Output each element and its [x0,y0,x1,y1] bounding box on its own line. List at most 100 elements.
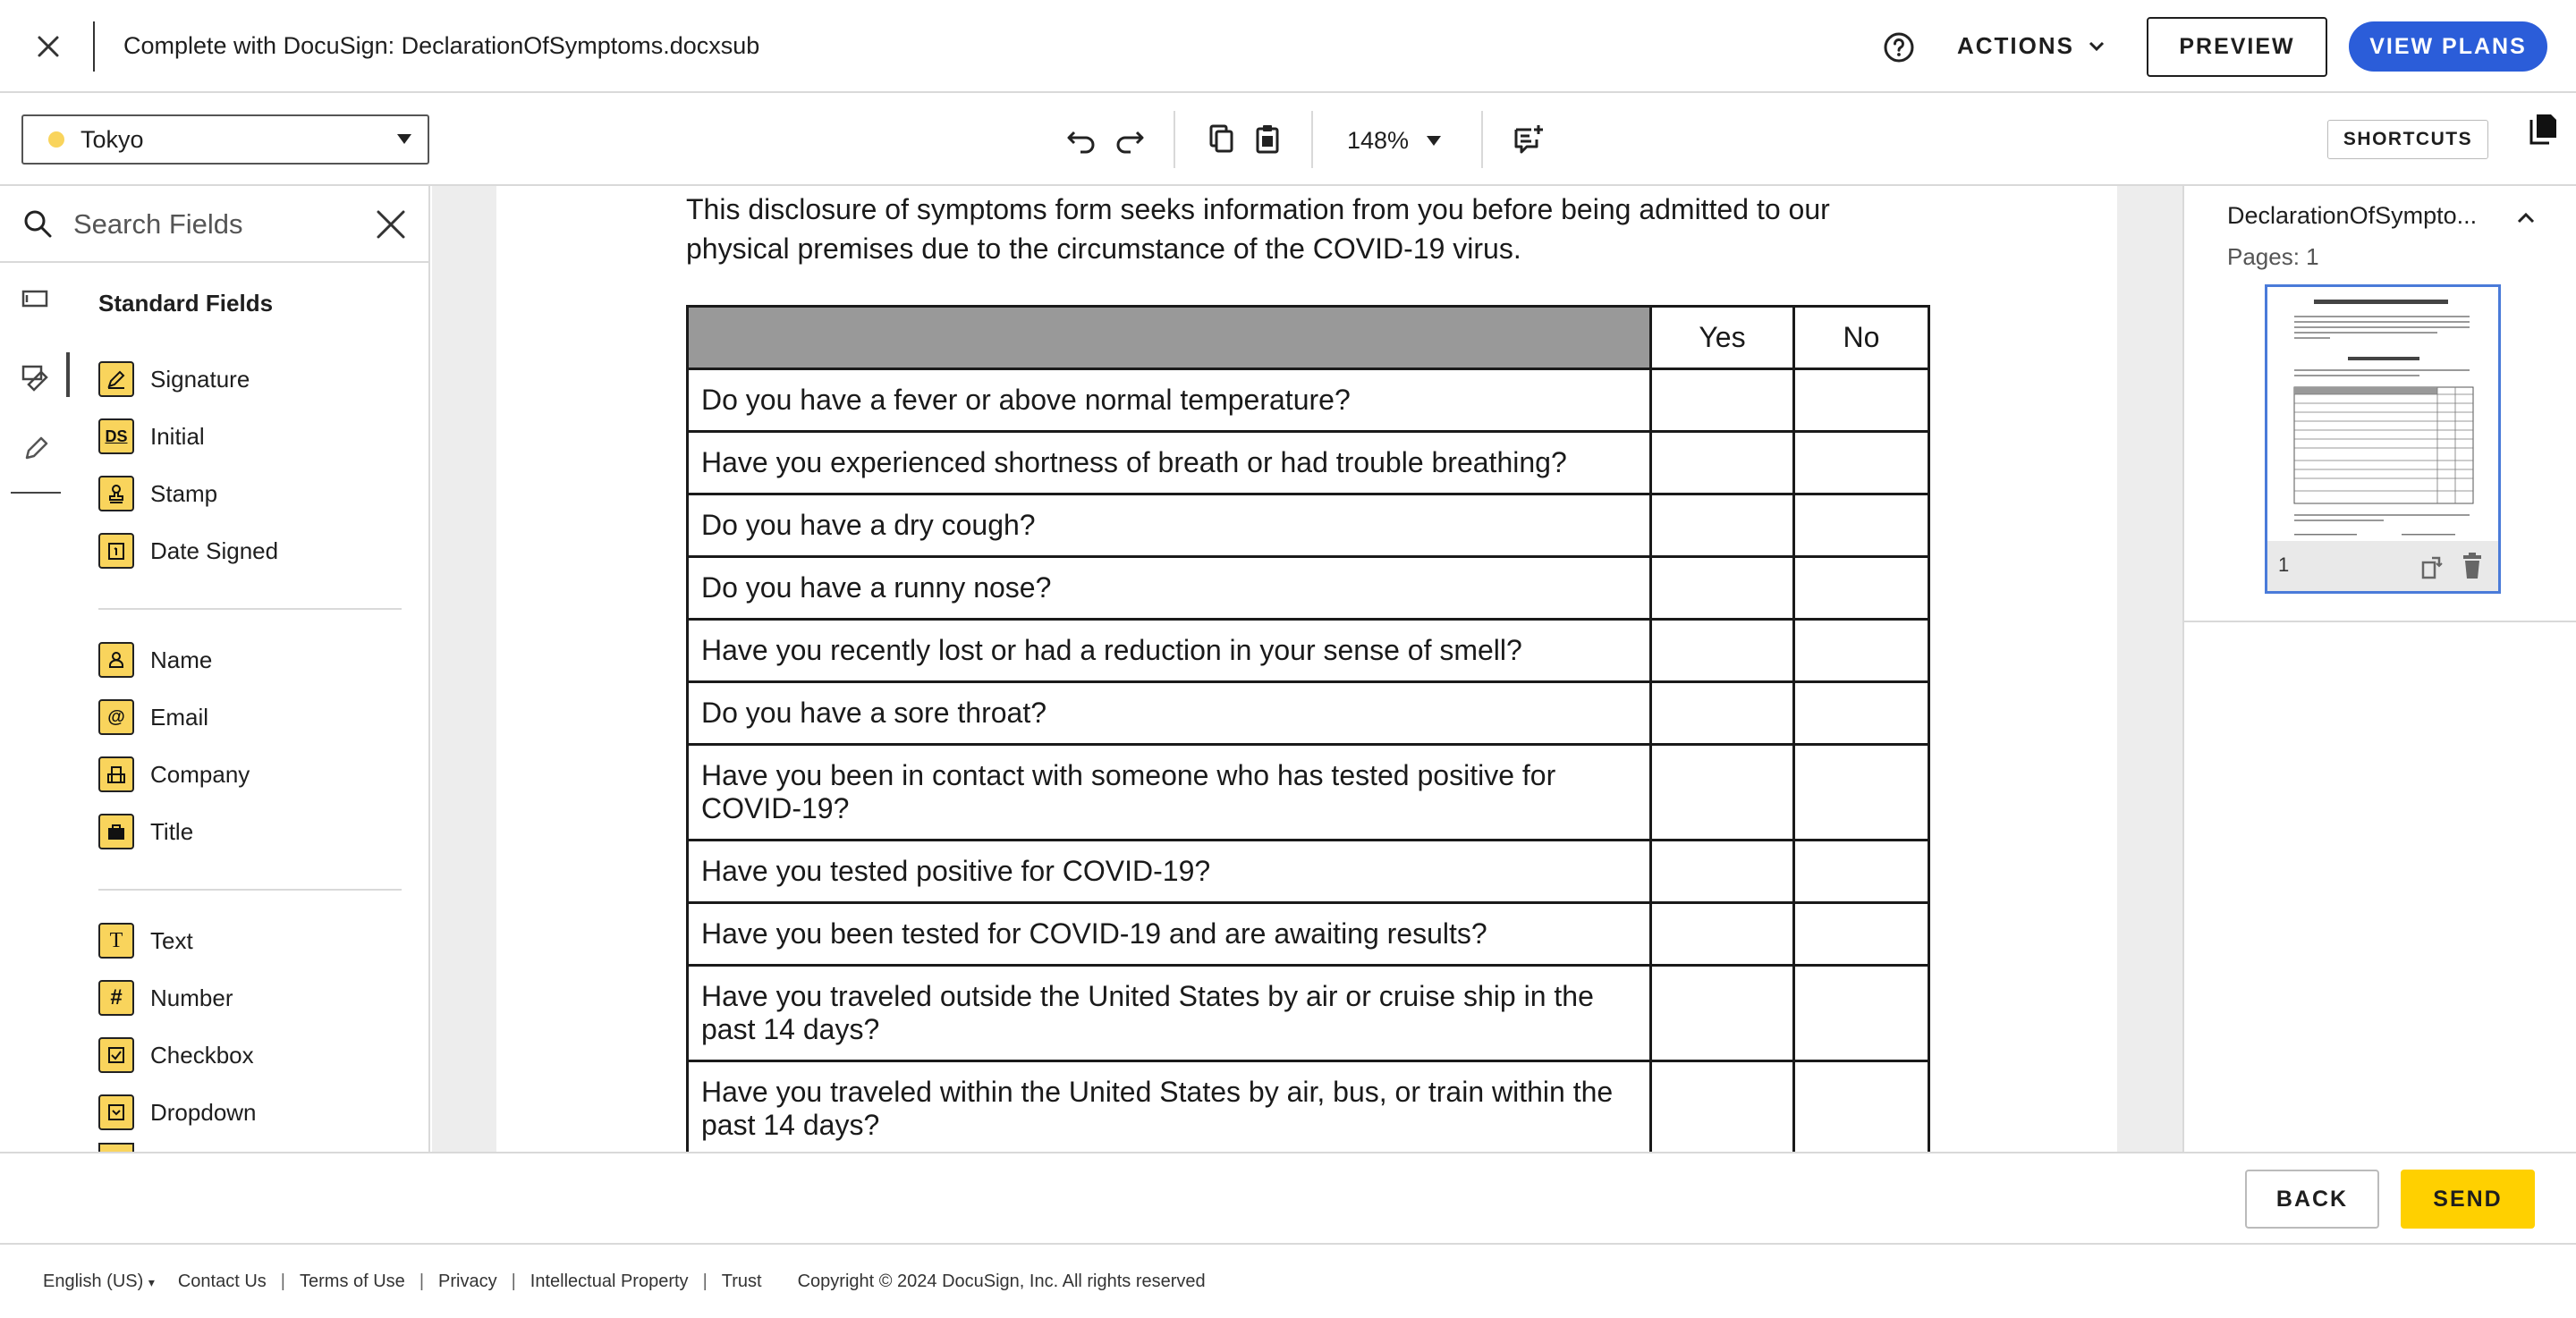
no-cell[interactable] [1792,430,1930,495]
language-select[interactable]: English (US) ▾ [43,1272,155,1292]
no-cell[interactable] [1792,618,1930,683]
no-cell[interactable] [1792,964,1930,1062]
question-cell: Do you have a dry cough? [686,493,1652,558]
footer-link-ip[interactable]: Intellectual Property [530,1272,689,1292]
dropdown-caret-icon [1427,136,1442,146]
thumbnail-preview [2293,300,2474,536]
field-label: Dropdown [150,1098,257,1126]
page-thumbnail[interactable]: 1 [2265,284,2501,594]
no-cell[interactable] [1792,901,1930,967]
footer-link-terms[interactable]: Terms of Use [300,1272,405,1292]
document-canvas[interactable]: This disclosure of symptoms form seeks i… [432,186,2182,1152]
footer-separator: | [511,1272,516,1291]
search-fields-input[interactable] [73,206,360,243]
text-glyph: T [109,928,123,952]
send-button[interactable]: SEND [2401,1170,2535,1229]
page-count: Pages: 1 [2227,243,2319,270]
field-signature[interactable]: Signature [98,359,250,399]
question-cell: Do you have a runny nose? [686,555,1652,621]
field-name[interactable]: Name [98,640,212,680]
number-glyph: # [110,985,123,1010]
intro-paragraph: This disclosure of symptoms form seeks i… [686,193,1830,265]
actions-menu[interactable]: ACTIONS [1957,32,2106,60]
preview-button[interactable]: PREVIEW [2147,17,2327,77]
standard-fields-icon[interactable] [20,283,52,315]
no-cell[interactable] [1792,368,1930,433]
shortcuts-button[interactable]: SHORTCUTS [2327,120,2488,159]
no-cell[interactable] [1792,743,1930,841]
document-pages-section: DeclarationOfSympto... Pages: 1 1 [2184,186,2576,622]
yes-cell[interactable] [1649,555,1795,621]
chevron-up-icon[interactable] [2513,206,2538,231]
field-stamp[interactable]: Stamp [98,474,217,513]
field-label: Name [150,646,213,673]
search-icon [21,207,54,240]
paste-icon[interactable] [1250,122,1284,156]
field-dropdown[interactable]: Dropdown [98,1093,257,1132]
no-cell[interactable] [1792,555,1930,621]
footer-link-contact[interactable]: Contact Us [178,1272,267,1292]
help-icon[interactable] [1882,30,1916,64]
back-button[interactable]: BACK [2245,1170,2379,1229]
no-cell[interactable] [1792,839,1930,904]
footer-link-trust[interactable]: Trust [722,1272,762,1292]
yes-cell[interactable] [1649,493,1795,558]
yes-cell[interactable] [1649,839,1795,904]
field-label: Number [150,984,233,1011]
yes-cell[interactable] [1649,680,1795,746]
add-comment-icon[interactable] [1512,122,1546,156]
view-plans-button[interactable]: VIEW PLANS [2349,21,2547,72]
no-cell[interactable] [1792,493,1930,558]
zoom-value: 148% [1347,127,1410,154]
field-date-signed[interactable]: Date Signed [98,531,278,570]
close-icon[interactable] [32,30,64,63]
pen-icon [98,361,134,397]
question-cell: Have you traveled outside the United Sta… [686,964,1652,1062]
rotate-page-icon[interactable] [2419,553,2446,580]
pages-panel: DeclarationOfSympto... Pages: 1 1 [2182,186,2576,1152]
field-label: Email [150,703,209,731]
yes-cell[interactable] [1649,618,1795,683]
field-text[interactable]: T Text [98,921,193,960]
zoom-select[interactable]: 148% [1347,127,1442,155]
pencil-icon[interactable] [20,433,52,465]
field-email[interactable]: @ Email [98,697,208,737]
yes-cell[interactable] [1649,964,1795,1062]
custom-fields-icon[interactable] [20,359,52,392]
yes-cell[interactable] [1649,1060,1795,1152]
field-label: Stamp [150,479,218,507]
envelope-title: Complete with DocuSign: DeclarationOfSym… [123,32,760,59]
yes-cell[interactable] [1649,901,1795,967]
no-cell[interactable] [1792,680,1930,746]
copy-icon[interactable] [1204,122,1238,156]
symptoms-table: Yes No Do you have a fever or above norm… [686,305,1930,1152]
initial-glyph: DS [105,427,128,445]
footer-link-privacy[interactable]: Privacy [438,1272,497,1292]
table-row: Do you have a runny nose? [686,555,1930,621]
field-number[interactable]: # Number [98,978,233,1018]
header-divider [93,21,95,72]
recipient-select[interactable]: Tokyo [21,114,429,165]
yes-cell[interactable] [1649,368,1795,433]
pages-panel-icon[interactable] [2528,111,2558,145]
close-icon[interactable] [374,207,408,241]
field-initial[interactable]: DS Initial [98,417,205,456]
field-title[interactable]: Title [98,812,193,851]
yes-cell[interactable] [1649,743,1795,841]
field-company[interactable]: Company [98,755,250,794]
language-label: English (US) [43,1272,144,1291]
undo-icon[interactable] [1064,122,1098,156]
text-icon: T [98,923,134,959]
copyright-text: Copyright © 2024 DocuSign, Inc. All righ… [797,1272,1206,1291]
field-checkbox[interactable]: Checkbox [98,1035,254,1075]
document-page[interactable]: This disclosure of symptoms form seeks i… [496,186,2117,1152]
no-cell[interactable] [1792,1060,1930,1152]
trash-icon[interactable] [2459,552,2486,580]
thumbnail-footer: 1 [2267,541,2498,591]
question-cell: Have you experienced shortness of breath… [686,430,1652,495]
question-cell: Have you tested positive for COVID-19? [686,839,1652,904]
yes-cell[interactable] [1649,430,1795,495]
footer-separator: | [702,1272,708,1291]
footer-separator: | [419,1272,425,1291]
redo-icon[interactable] [1113,122,1147,156]
